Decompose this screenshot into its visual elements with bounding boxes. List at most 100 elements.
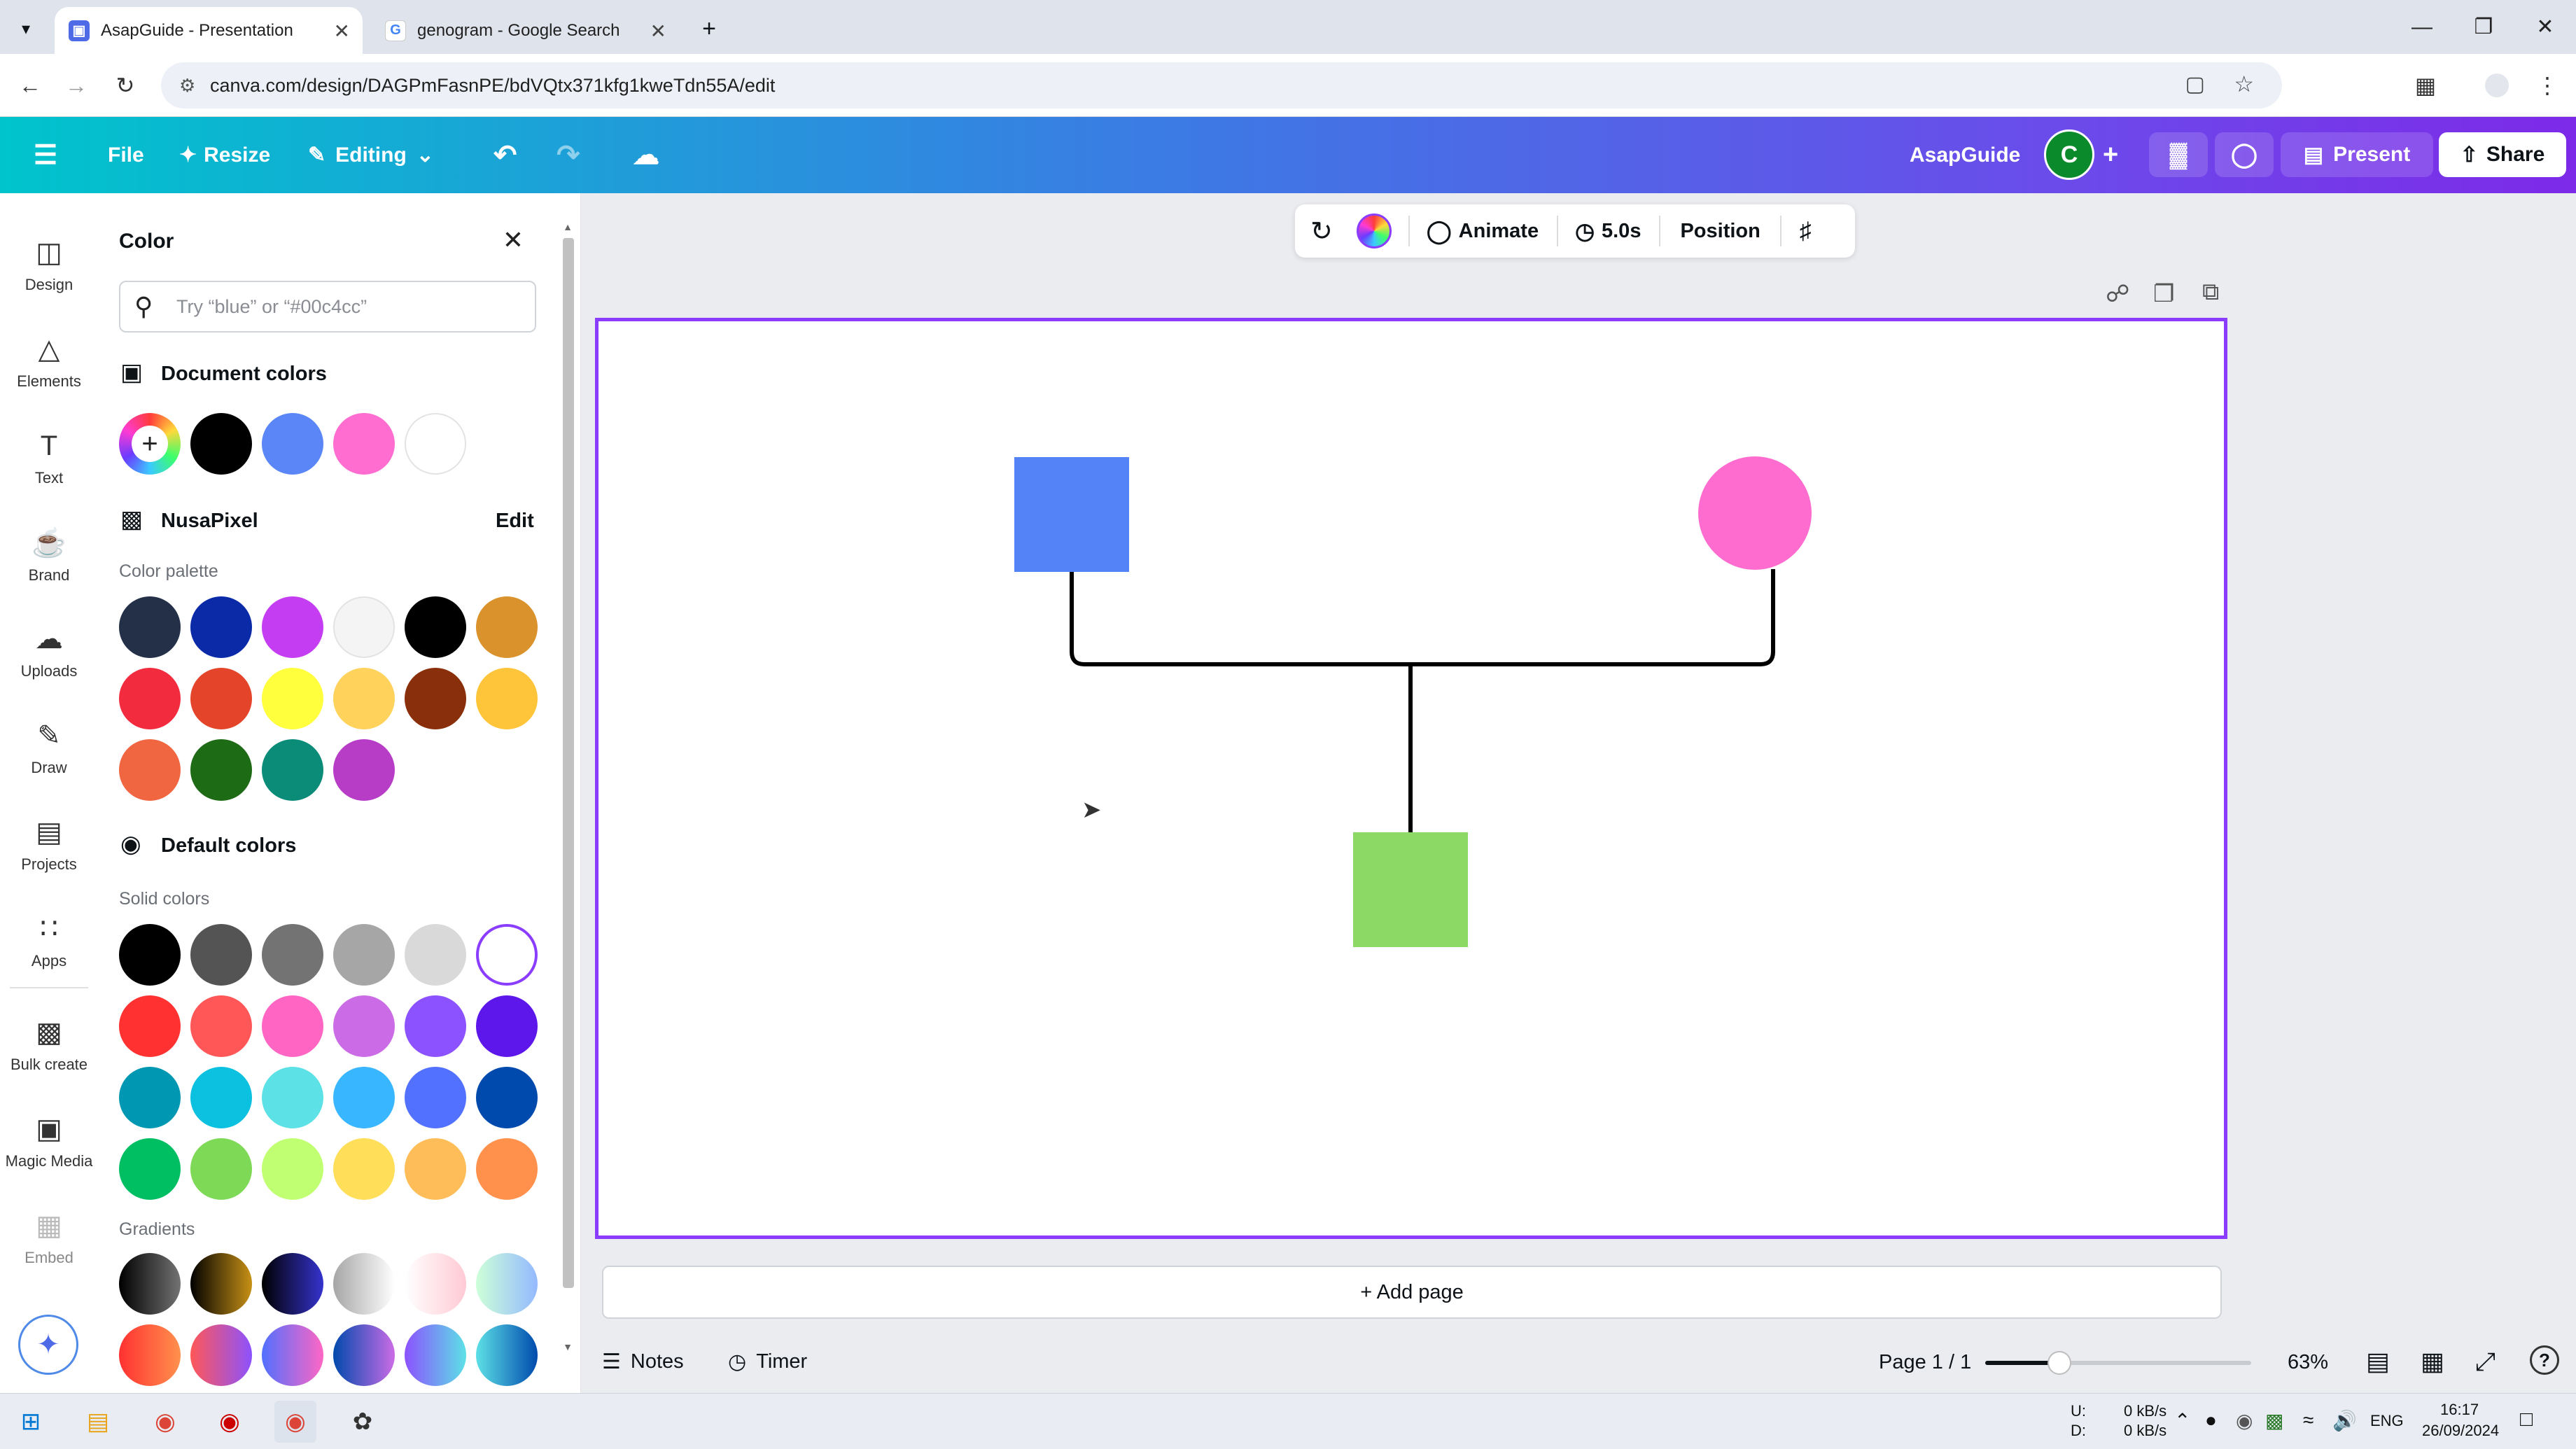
gradient-swatch[interactable] [405,1253,466,1315]
tab-search-button[interactable]: ▾ [10,13,42,45]
gradient-swatch[interactable] [190,1324,252,1386]
magic-assistant-button[interactable]: ✦ [18,1315,78,1375]
browser-menu-icon[interactable]: ⋮ [2531,69,2563,102]
palette-color-swatch[interactable] [190,739,252,801]
rail-item-design[interactable]: ◫ Design [0,220,98,311]
minimize-button[interactable]: — [2391,0,2453,54]
solid-color-swatch[interactable] [190,924,252,986]
zoom-slider[interactable] [1985,1351,2251,1375]
install-icon[interactable]: ▢ [2185,72,2205,97]
app-icon[interactable]: ✿ [342,1401,384,1443]
forward-button[interactable]: → [60,69,92,102]
close-icon[interactable]: ✕ [334,20,350,43]
paint-format-icon[interactable]: ♯ [1800,218,1812,245]
solid-color-swatch[interactable] [333,1138,395,1200]
wifi-icon[interactable]: ≈ [2303,1409,2314,1432]
recorder-icon[interactable]: ◉ [209,1401,251,1443]
gradient-swatch[interactable] [119,1324,181,1386]
scroll-up-icon[interactable]: ▲ [560,221,575,235]
solid-color-swatch[interactable] [262,1067,323,1128]
palette-color-swatch[interactable] [405,596,466,658]
file-explorer-icon[interactable]: ▤ [77,1401,119,1443]
address-bar[interactable]: ⚙ canva.com/design/DAGPmFasnPE/bdVQtx371… [161,62,2282,108]
document-color-swatch[interactable] [262,413,323,475]
male-square-shape[interactable] [1014,457,1129,572]
gradient-swatch[interactable] [119,1253,181,1315]
tray-chevron-icon[interactable]: ⌃ [2174,1409,2190,1432]
position-button[interactable]: Position [1680,220,1760,243]
solid-color-swatch[interactable] [476,995,538,1057]
palette-color-swatch[interactable] [262,739,323,801]
solid-color-swatch[interactable] [262,1138,323,1200]
clock-time[interactable]: 16:17 [2440,1401,2479,1419]
palette-color-swatch[interactable] [119,596,181,658]
palette-color-swatch[interactable] [190,596,252,658]
undo-icon[interactable]: ↶ [493,117,517,193]
tab-genogram[interactable]: G genogram - Google Search ✕ [371,7,679,54]
animate-button[interactable]: ◯ Animate [1427,218,1539,244]
zoom-level[interactable]: 63% [2288,1351,2328,1374]
team-name[interactable]: AsapGuide [1910,117,2020,193]
gradient-swatch[interactable] [405,1324,466,1386]
color-picker-button[interactable] [1356,214,1392,248]
file-menu[interactable]: File [108,117,144,193]
reload-button[interactable]: ↻ [109,69,141,102]
solid-color-swatch[interactable] [119,924,181,986]
help-icon[interactable]: ? [2530,1345,2559,1375]
solid-color-swatch[interactable] [119,1138,181,1200]
profile-avatar[interactable] [2481,69,2513,102]
solid-color-swatch[interactable] [119,995,181,1057]
edit-brand-button[interactable]: Edit [496,510,534,533]
solid-color-swatch[interactable] [405,995,466,1057]
rail-item-text[interactable]: T Text [0,413,98,504]
tab-asapguide[interactable]: ▣ AsapGuide - Presentation ✕ [55,7,363,54]
tray-app2-icon[interactable]: ▩ [2265,1409,2283,1432]
gradient-swatch[interactable] [190,1253,252,1315]
chrome-icon[interactable]: ◉ [144,1401,186,1443]
solid-color-swatch[interactable] [405,924,466,986]
rail-item-brand[interactable]: ☕ Brand [0,510,98,601]
site-info-icon[interactable]: ⚙ [179,75,195,97]
zoom-slider-handle[interactable] [2047,1351,2071,1375]
fullscreen-icon[interactable]: ⤢ [2475,1347,2496,1377]
document-color-swatch[interactable] [405,413,466,475]
palette-color-swatch[interactable] [476,668,538,729]
rail-item-apps[interactable]: ∷ Apps [0,896,98,987]
clock-date[interactable]: 26/09/2024 [2422,1422,2499,1440]
palette-color-swatch[interactable] [333,668,395,729]
palette-color-swatch[interactable] [333,739,395,801]
female-circle-shape[interactable] [1698,456,1812,570]
rail-item-embed[interactable]: ▦ Embed [0,1193,98,1284]
add-page-button[interactable]: + Add page [602,1266,2222,1319]
present-button[interactable]: ▤ Present [2281,132,2433,177]
grid-view-icon[interactable]: ▦ [2421,1347,2444,1376]
thumbnail-view-icon[interactable]: ▤ [2366,1347,2390,1376]
solid-color-swatch[interactable] [190,1067,252,1128]
close-panel-button[interactable]: ✕ [496,223,531,258]
resize-button[interactable]: ✦ Resize [179,117,270,193]
solid-color-swatch[interactable] [405,1067,466,1128]
insights-icon[interactable]: ▓ [2149,132,2208,177]
timer-button[interactable]: ◷ Timer [728,1350,807,1374]
restore-button[interactable]: ❐ [2453,0,2514,54]
solid-color-swatch[interactable] [190,1138,252,1200]
close-icon[interactable]: ✕ [650,20,666,43]
back-button[interactable]: ← [14,69,46,102]
palette-color-swatch[interactable] [333,596,395,658]
add-collaborator-icon[interactable]: + [2103,117,2118,193]
add-page-icon[interactable]: ⧉ [2202,279,2219,306]
new-tab-button[interactable]: + [693,13,725,45]
solid-color-swatch[interactable] [333,995,395,1057]
rail-item-bulk-create[interactable]: ▩ Bulk create [0,1000,98,1091]
solid-color-swatch[interactable] [262,995,323,1057]
add-color-button[interactable]: + [119,413,181,475]
gradient-swatch[interactable] [262,1253,323,1315]
gradient-swatch[interactable] [333,1253,395,1315]
palette-color-swatch[interactable] [262,596,323,658]
main-menu-icon[interactable]: ☰ [34,117,57,193]
scroll-down-icon[interactable]: ▼ [560,1341,575,1355]
user-avatar[interactable]: C [2044,130,2094,180]
bookmark-star-icon[interactable]: ☆ [2234,71,2254,97]
palette-color-swatch[interactable] [190,668,252,729]
gradient-swatch[interactable] [476,1253,538,1315]
